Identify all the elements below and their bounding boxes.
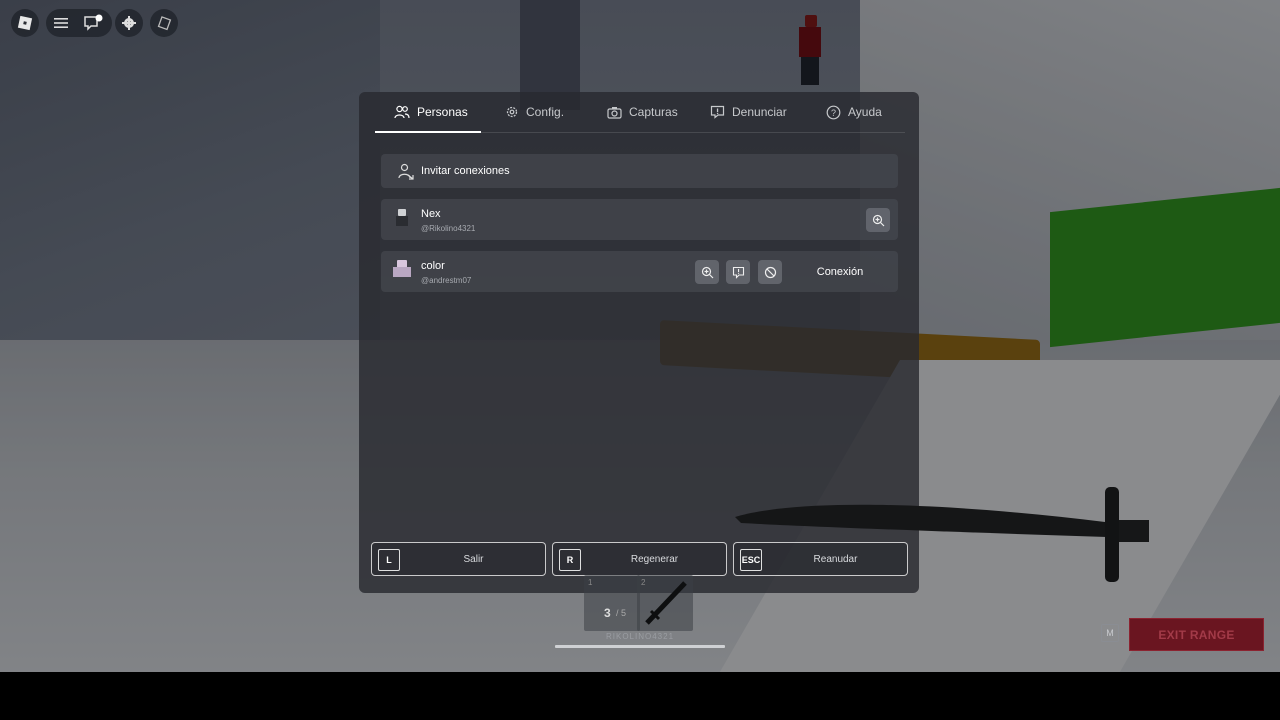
player-username-label: RIKOLINO4321	[605, 632, 675, 641]
action-label: Reanudar	[813, 553, 858, 565]
hotbar-slot-2[interactable]: 2	[637, 575, 693, 631]
zoom-in-icon	[872, 214, 884, 226]
tab-config[interactable]: Config.	[505, 92, 564, 132]
game-menu-panel: Personas Config. Capturas Denunciar ? Ay…	[359, 92, 1149, 593]
report-icon	[732, 266, 744, 279]
block-icon	[764, 266, 776, 278]
settings-icon	[122, 16, 136, 30]
roblox-logo-icon	[17, 15, 33, 31]
tab-personas[interactable]: Personas	[394, 92, 468, 132]
resume-button[interactable]: ESC Reanudar	[733, 542, 908, 576]
action-label: Salir	[463, 553, 484, 565]
chat-button[interactable]	[82, 14, 104, 32]
settings-button[interactable]	[115, 9, 143, 37]
block-player-button[interactable]	[758, 260, 782, 284]
player-name: Nex	[421, 208, 441, 220]
backpack-button[interactable]	[150, 9, 178, 37]
add-connection-button[interactable]: Conexión	[799, 251, 881, 292]
help-icon: ?	[826, 105, 841, 119]
player-handle: @Rikolino4321	[421, 224, 476, 233]
tab-ayuda[interactable]: ? Ayuda	[826, 92, 882, 132]
menu-button[interactable]	[52, 15, 70, 31]
tab-label: Config.	[526, 105, 565, 119]
people-icon	[394, 105, 410, 119]
respawn-button[interactable]: R Regenerar	[552, 542, 727, 576]
active-tab-indicator	[375, 131, 481, 133]
keybind-hint: M	[1101, 624, 1119, 642]
action-label: Regenerar	[630, 553, 679, 565]
invite-connections-button[interactable]: Invitar conexiones	[381, 154, 898, 188]
player-row: color @andrestm07 Conexión	[381, 251, 898, 292]
inspect-button[interactable]	[695, 260, 719, 284]
gear-icon	[506, 106, 518, 118]
ammo-count: 3	[604, 606, 611, 620]
slot-number: 1	[588, 578, 593, 587]
menu-icon	[54, 18, 68, 28]
keybind-hint: L	[378, 549, 400, 571]
leave-button[interactable]: L Salir	[371, 542, 546, 576]
menu-tabs: Personas Config. Capturas Denunciar ? Ay…	[375, 92, 905, 133]
chat-icon	[84, 14, 103, 31]
report-icon	[710, 105, 725, 119]
health-bar	[555, 645, 725, 648]
report-player-button[interactable]	[726, 260, 750, 284]
menu-chat-group	[46, 9, 112, 37]
inspect-button[interactable]	[866, 208, 890, 232]
hotbar-slot-1[interactable]: 1 3 / 5	[584, 575, 640, 631]
player-row: Nex @Rikolino4321	[381, 199, 898, 240]
avatar	[393, 208, 411, 228]
avatar	[391, 258, 413, 280]
player-handle: @andrestm07	[421, 276, 472, 285]
svg-text:?: ?	[831, 108, 836, 118]
zoom-in-icon	[701, 266, 713, 278]
exit-range-button[interactable]: EXIT RANGE	[1129, 618, 1264, 651]
player-name: color	[421, 260, 445, 272]
sword-icon	[645, 581, 687, 625]
tab-denunciar[interactable]: Denunciar	[710, 92, 787, 132]
backpack-icon	[157, 16, 172, 31]
roblox-logo-button[interactable]	[11, 9, 39, 37]
tab-label: Personas	[417, 105, 468, 119]
tab-label: Ayuda	[848, 105, 882, 119]
ammo-max: / 5	[616, 608, 627, 618]
camera-icon	[607, 106, 622, 119]
invite-label: Invitar conexiones	[421, 165, 510, 177]
tab-label: Capturas	[629, 105, 678, 119]
tab-capturas[interactable]: Capturas	[607, 92, 678, 132]
tab-label: Denunciar	[732, 105, 787, 119]
keybind-hint: R	[559, 549, 581, 571]
keybind-hint: ESC	[740, 549, 762, 571]
invite-icon	[398, 163, 414, 180]
